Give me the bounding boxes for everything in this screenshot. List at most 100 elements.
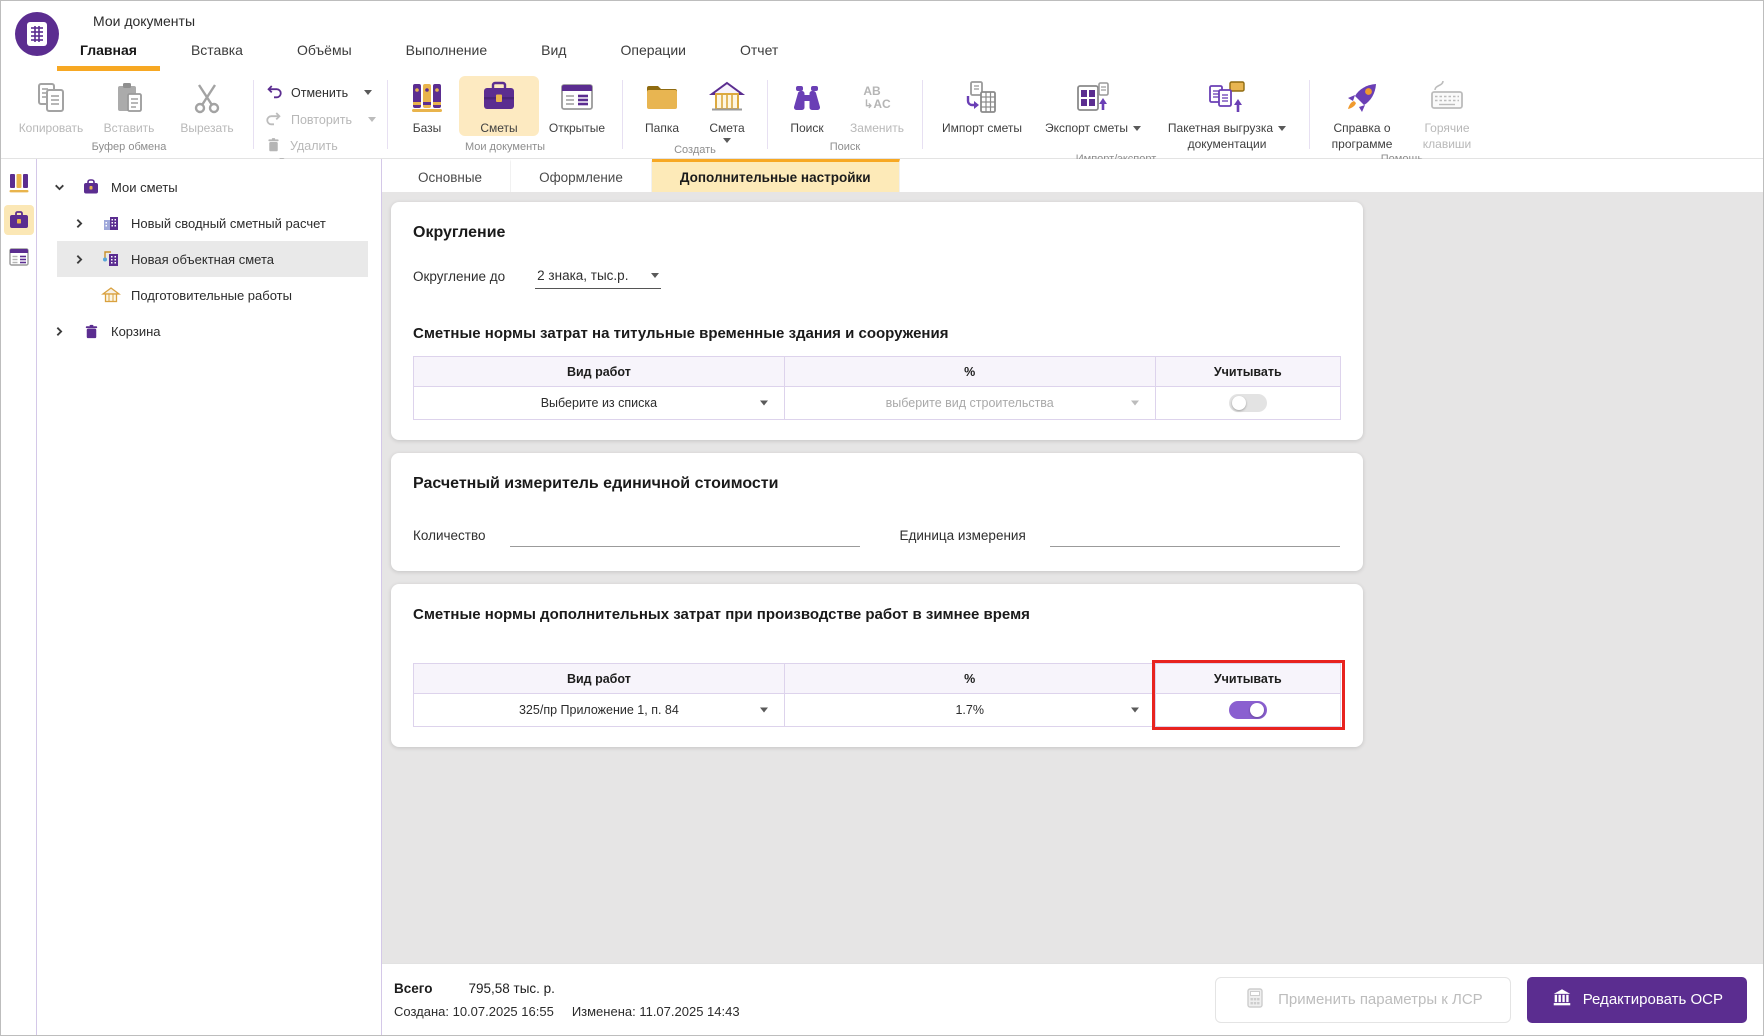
ribbon-group-editing: Отменить Повторить [254, 71, 387, 158]
chevron-right-icon[interactable] [67, 253, 91, 266]
batch-dropdown-icon[interactable] [1278, 126, 1286, 131]
hotkeys-button[interactable]: Горячие клавиши [1407, 76, 1487, 152]
window-title: Мои документы [93, 13, 195, 29]
title-bar: Мои документы Главная Вставка Объёмы Вып… [1, 1, 1763, 71]
copy-icon [32, 76, 70, 120]
bases-mini-icon [7, 171, 31, 195]
cut-button[interactable]: Вырезать [168, 76, 246, 136]
unit-meter-card: Расчетный измеритель единичной стоимости… [391, 453, 1363, 571]
bases-button[interactable]: Базы [395, 76, 459, 136]
redo-dropdown-icon[interactable] [368, 117, 376, 122]
status-bar: Всего 795,58 тыс. р. Создана: 10.07.2025… [382, 963, 1763, 1035]
unit-input[interactable] [1050, 527, 1340, 547]
group-label-clipboard: Буфер обмена [92, 140, 167, 157]
winter-apply-cell [1155, 694, 1340, 727]
menu-tab-insert[interactable]: Вставка [164, 42, 270, 71]
search-button[interactable]: Поиск [775, 76, 839, 136]
winter-work-type-select[interactable]: 325/пр Приложение 1, п. 84 [414, 694, 785, 727]
briefcase-icon [479, 76, 519, 120]
estimates-button[interactable]: Сметы [459, 76, 539, 136]
opened-documents-icon [557, 76, 597, 120]
quantity-input[interactable] [510, 527, 860, 547]
tab-main[interactable]: Основные [390, 159, 511, 192]
apply-parameters-button[interactable]: Применить параметры к ЛСР [1215, 977, 1511, 1023]
chevron-down-icon[interactable] [47, 181, 71, 194]
redo-button[interactable]: Повторить [265, 109, 376, 130]
paste-icon [110, 76, 148, 120]
menu-tab-volumes[interactable]: Объёмы [270, 42, 379, 71]
tab-extra-settings[interactable]: Дополнительные настройки [652, 159, 900, 192]
tree-item-recycle-bin[interactable]: Корзина [37, 313, 381, 349]
created-timestamp: Создана: 10.07.2025 16:55 [394, 1004, 554, 1019]
menu-tab-report[interactable]: Отчет [713, 42, 805, 71]
estimate-dropdown-icon[interactable] [723, 138, 731, 143]
rail-estimates-button[interactable] [4, 205, 34, 235]
rounding-select[interactable]: 2 знака, тыс.р. [535, 268, 661, 289]
total-label: Всего [394, 981, 432, 996]
export-estimate-button[interactable]: Экспорт сметы [1034, 76, 1152, 136]
app-window: Мои документы Главная Вставка Объёмы Вып… [0, 0, 1764, 1036]
apply-cell [1155, 387, 1340, 420]
column-header-work: Вид работ [414, 664, 785, 694]
import-icon [962, 76, 1002, 120]
work-type-select[interactable]: Выберите из списка [414, 387, 785, 420]
rail-bases-button[interactable] [4, 168, 34, 198]
redo-icon [265, 109, 283, 130]
tree-item-prep-works[interactable]: Подготовительные работы [37, 277, 381, 313]
copy-button[interactable]: Копировать [12, 76, 90, 136]
chevron-right-icon[interactable] [47, 325, 71, 338]
about-button[interactable]: Справка о программе [1317, 76, 1407, 152]
rocket-icon [1342, 76, 1382, 120]
ribbon-group-search: Поиск AB ↳AC Заменить Поиск [768, 71, 922, 158]
modified-timestamp: Изменена: 11.07.2025 14:43 [572, 1004, 740, 1019]
import-estimate-button[interactable]: Импорт сметы [930, 76, 1034, 136]
opened-button[interactable]: Открытые [539, 76, 615, 136]
ribbon-group-my-documents: Базы Сметы [388, 71, 622, 158]
documents-tree: Мои сметы Новый сводный сметный расчет [37, 159, 382, 1035]
undo-button[interactable]: Отменить [265, 82, 376, 103]
temp-buildings-title: Сметные нормы затрат на титульные времен… [413, 325, 1341, 342]
ribbon-group-import-export: Импорт сметы [923, 71, 1309, 158]
menu-tab-operations[interactable]: Операции [593, 42, 713, 71]
tree-item-my-estimates[interactable]: Мои сметы [37, 169, 381, 205]
winter-title: Сметные нормы дополнительных затрат при … [413, 606, 1341, 623]
menu-tab-view[interactable]: Вид [514, 42, 593, 71]
total-value: 795,58 тыс. р. [468, 981, 554, 996]
winter-apply-toggle[interactable] [1229, 701, 1267, 719]
undo-dropdown-icon[interactable] [364, 90, 372, 95]
house-estimate-icon [707, 76, 747, 120]
replace-button[interactable]: AB ↳AC Заменить [839, 76, 915, 136]
dropdown-arrow-icon [760, 708, 768, 713]
quantity-label: Количество [413, 528, 486, 547]
chevron-right-icon[interactable] [67, 217, 91, 230]
trash-icon [79, 319, 103, 343]
export-icon [1073, 76, 1113, 120]
batch-export-button[interactable]: Пакетная выгрузка документации [1152, 76, 1302, 152]
bases-icon [407, 76, 447, 120]
delete-button[interactable]: Удалить [265, 136, 376, 156]
export-dropdown-icon[interactable] [1133, 126, 1141, 131]
ribbon: Копировать Вставить [1, 71, 1763, 159]
tree-item-object-estimate[interactable]: Новая объектная смета [57, 241, 368, 277]
opened-mini-icon [7, 245, 31, 269]
apply-toggle[interactable] [1229, 394, 1267, 412]
trash-icon [265, 136, 282, 156]
rail-opened-button[interactable] [4, 242, 34, 272]
dropdown-arrow-icon [1131, 401, 1139, 406]
folder-icon [642, 76, 682, 120]
create-estimate-button[interactable]: Смета [694, 76, 760, 143]
replace-ab-ac-icon: AB ↳AC [863, 76, 890, 120]
tree-item-summary-estimate[interactable]: Новый сводный сметный расчет [37, 205, 381, 241]
folder-button[interactable]: Папка [630, 76, 694, 136]
edit-osr-button[interactable]: Редактировать ОСР [1527, 977, 1747, 1023]
main-menu: Главная Вставка Объёмы Выполнение Вид Оп… [53, 42, 805, 71]
binoculars-icon [787, 76, 827, 120]
construction-type-select[interactable]: выберите вид строительства [784, 387, 1155, 420]
ribbon-group-help: Справка о программе [1310, 71, 1494, 158]
paste-button[interactable]: Вставить [90, 76, 168, 136]
column-header-apply: Учитывать [1155, 357, 1340, 387]
tab-design[interactable]: Оформление [511, 159, 652, 192]
winter-percent-select[interactable]: 1.7% [784, 694, 1155, 727]
menu-tab-home[interactable]: Главная [53, 42, 164, 71]
menu-tab-execution[interactable]: Выполнение [379, 42, 514, 71]
